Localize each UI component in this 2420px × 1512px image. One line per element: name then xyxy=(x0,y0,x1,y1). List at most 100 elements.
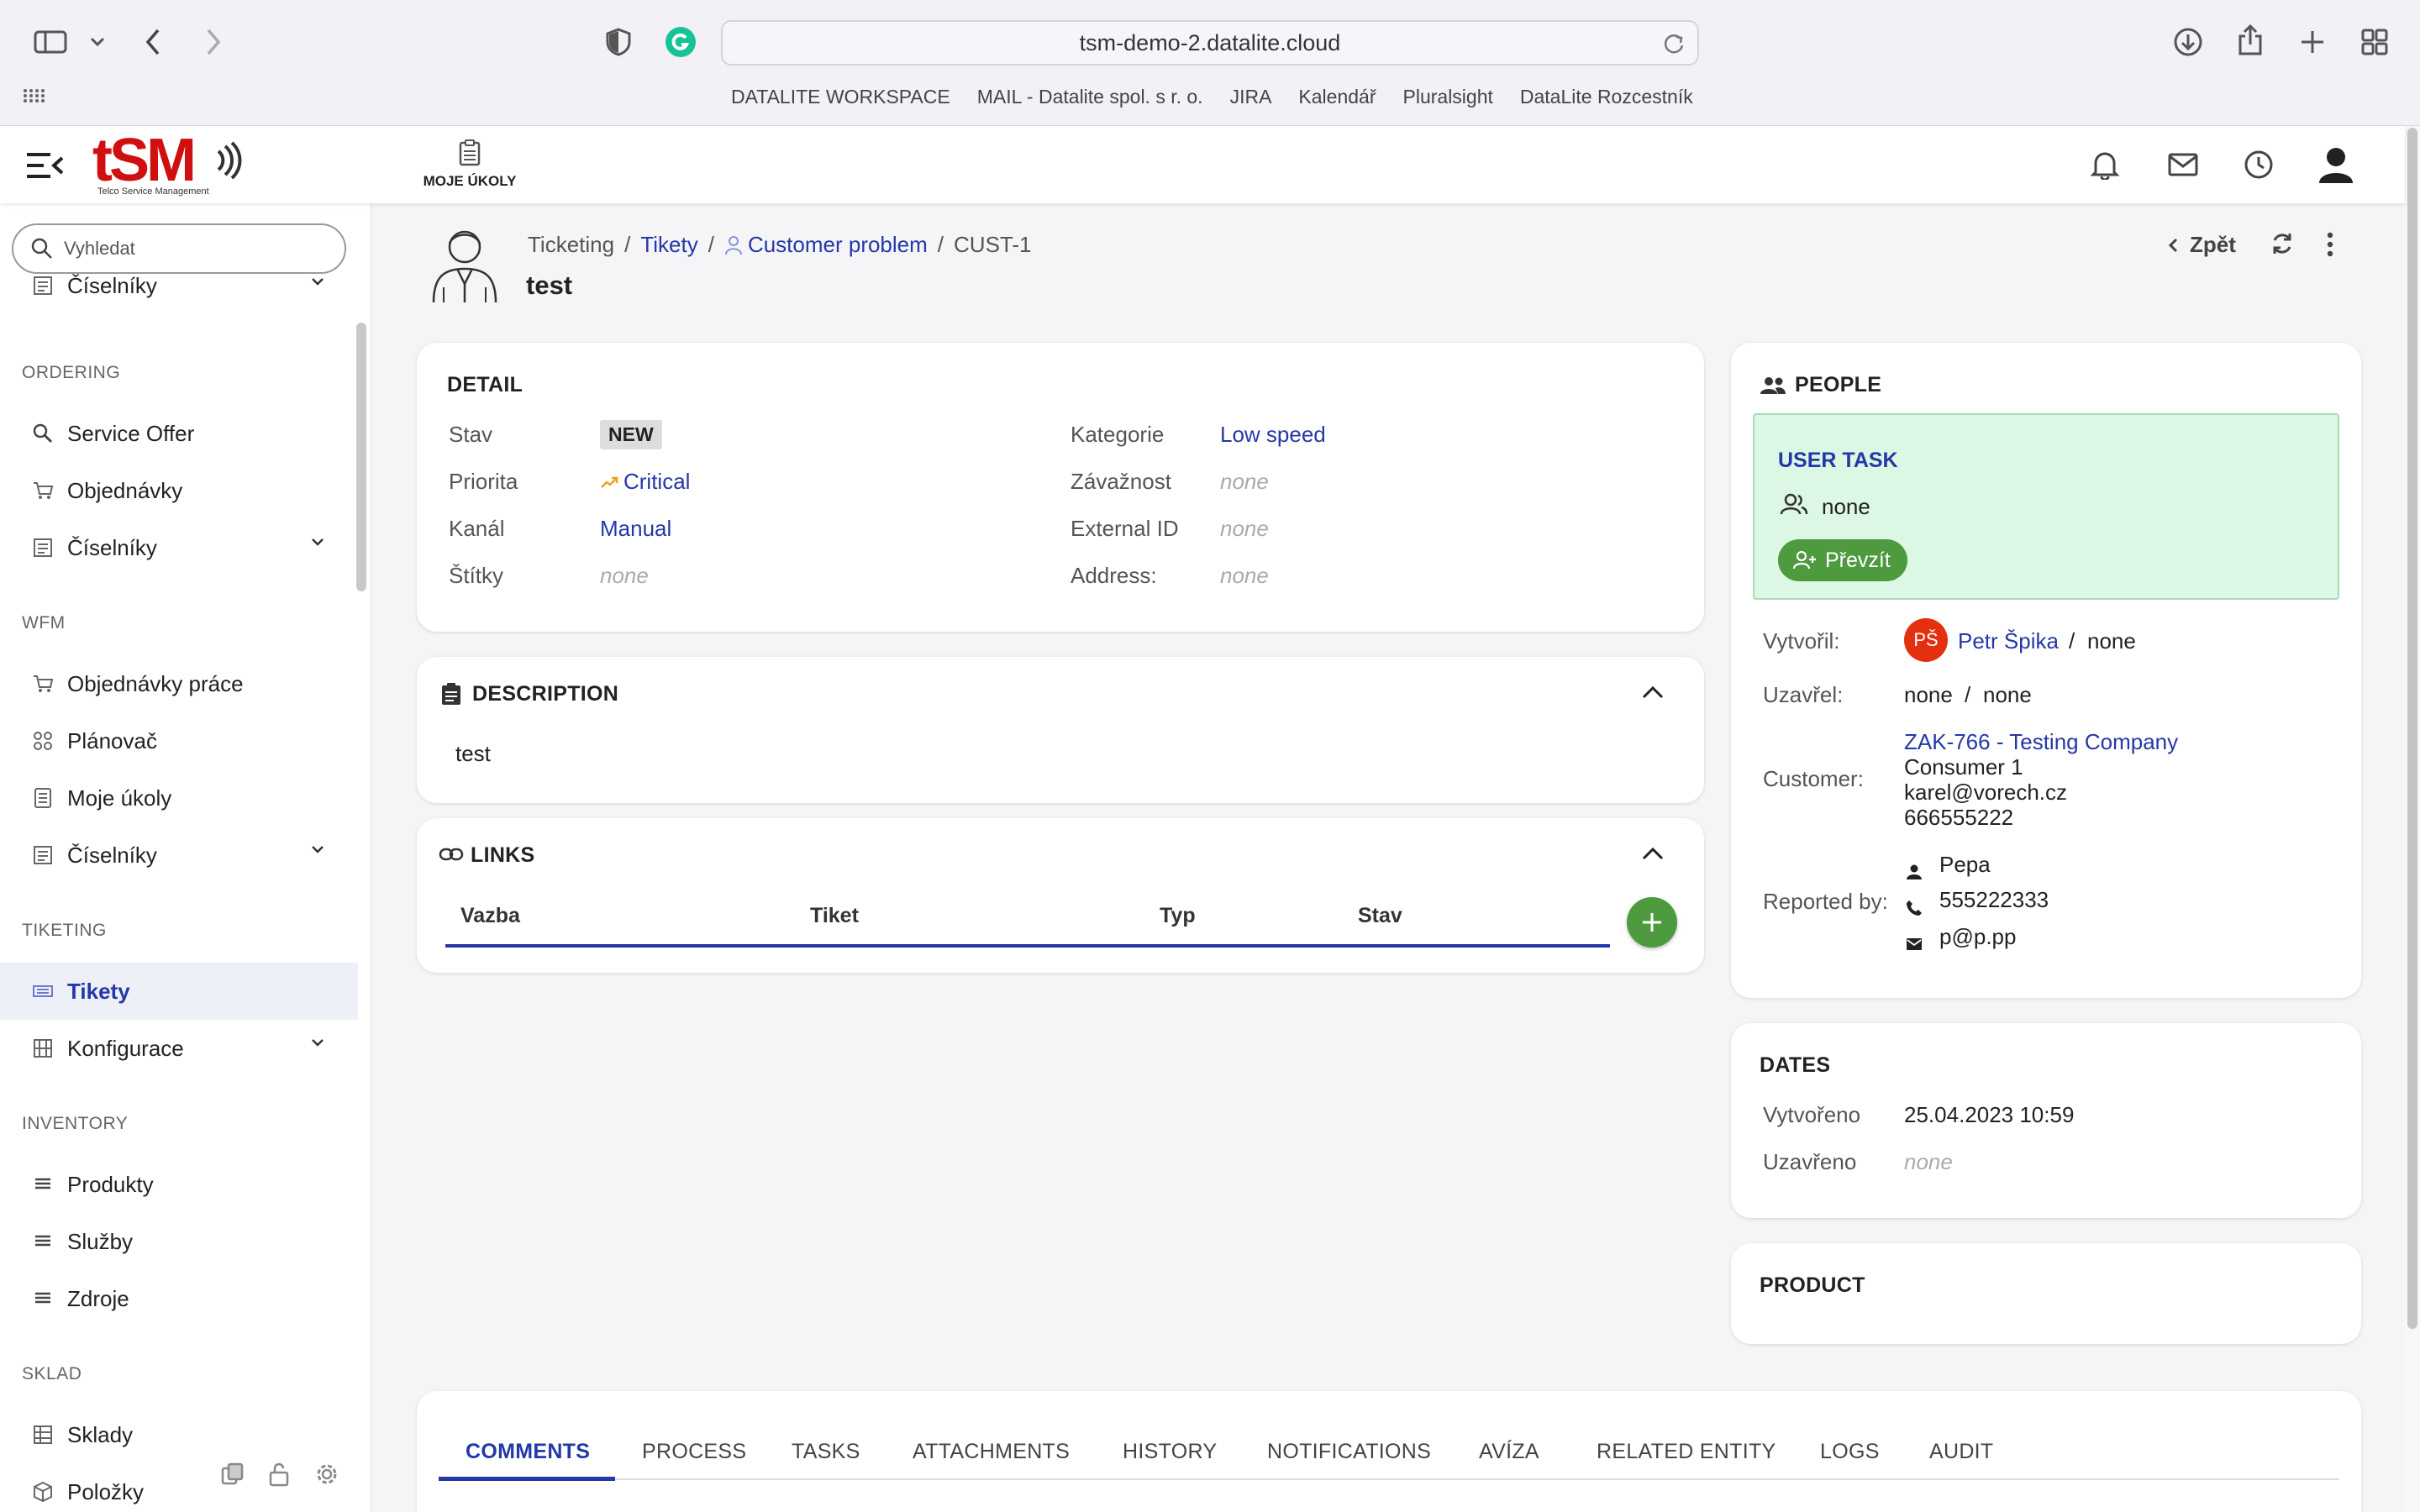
customer-line-2: karel@vorech.cz xyxy=(1904,780,2068,805)
detail-card: DETAIL Stav NEW Priorita Critical Kanál … xyxy=(417,343,1704,632)
grammarly-icon[interactable] xyxy=(664,25,697,59)
column-header-typ[interactable]: Typ xyxy=(1160,904,1196,928)
more-vert-icon[interactable] xyxy=(2326,232,2334,257)
bookmark-item[interactable]: JIRA xyxy=(1230,86,1272,108)
sidebar-item-ciselniky-ordering[interactable]: Číselníky xyxy=(0,519,358,576)
kategorie-value[interactable]: Low speed xyxy=(1220,422,1326,448)
stav-label: Stav xyxy=(449,422,493,447)
forward-arrow-icon[interactable] xyxy=(197,25,230,59)
stitky-value[interactable]: none xyxy=(600,563,649,589)
external-id-value[interactable]: none xyxy=(1220,516,1269,542)
breadcrumb-customer-problem[interactable]: Customer problem xyxy=(748,232,928,258)
column-header-vazba[interactable]: Vazba xyxy=(460,904,520,928)
bell-icon[interactable] xyxy=(2091,150,2119,180)
user-avatar-icon[interactable] xyxy=(2317,146,2354,183)
clock-icon[interactable] xyxy=(2244,150,2274,180)
bookmark-item[interactable]: DATALITE WORKSPACE xyxy=(731,86,950,108)
download-icon[interactable] xyxy=(2171,25,2205,59)
search-icon xyxy=(33,423,53,444)
bookmark-item[interactable]: Kalendář xyxy=(1298,86,1376,108)
sidebar-item-moje-ukoly[interactable]: Moje úkoly xyxy=(0,769,358,827)
add-link-button[interactable] xyxy=(1627,897,1677,948)
breadcrumb-separator: / xyxy=(624,232,631,257)
creator-name[interactable]: Petr Špika xyxy=(1958,628,2059,654)
copy-icon[interactable] xyxy=(220,1462,249,1490)
closer-name: none xyxy=(1904,682,1953,707)
bookmark-item[interactable]: Pluralsight xyxy=(1403,86,1493,108)
shield-icon[interactable] xyxy=(602,25,635,59)
sidebar-item-label: Zdroje xyxy=(67,1285,129,1311)
chevron-up-icon[interactable] xyxy=(1642,685,1664,699)
priority-value[interactable]: Critical xyxy=(600,469,690,495)
sidebar-section-wfm: WFM xyxy=(22,613,66,633)
tab-overview-icon[interactable] xyxy=(2358,25,2391,59)
chevron-up-icon[interactable] xyxy=(1642,847,1664,860)
take-task-button[interactable]: Převzít xyxy=(1778,539,1907,581)
warehouse-icon xyxy=(34,1425,52,1444)
sidebar-toggle-icon[interactable] xyxy=(34,25,67,59)
bookmark-item[interactable]: MAIL - Datalite spol. s r. o. xyxy=(977,86,1203,108)
mail-icon[interactable] xyxy=(2168,153,2198,176)
column-header-tiket[interactable]: Tiket xyxy=(810,904,859,928)
tsm-logo[interactable]: tSM Telco Service Management xyxy=(92,127,244,200)
external-id-label: External ID xyxy=(1071,516,1179,541)
tab-attachments[interactable]: ATTACHMENTS xyxy=(913,1440,1070,1464)
zavaznost-value[interactable]: none xyxy=(1220,469,1269,495)
take-task-label: Převzít xyxy=(1825,548,1891,572)
sidebar-item-objednavky-prace[interactable]: Objednávky práce xyxy=(0,655,358,712)
tab-comments[interactable]: COMMENTS xyxy=(466,1440,590,1464)
sidebar-item-sluzby[interactable]: Služby xyxy=(0,1213,358,1270)
tab-audit[interactable]: AUDIT xyxy=(1929,1440,1994,1464)
refresh-icon[interactable] xyxy=(2269,230,2296,257)
sidebar-item-konfigurace[interactable]: Konfigurace xyxy=(0,1020,358,1077)
vytvoril-label: Vytvořil: xyxy=(1763,628,1840,654)
tab-tasks[interactable]: TASKS xyxy=(792,1440,860,1464)
sidebar-item-polozky[interactable]: Položky xyxy=(0,1463,358,1512)
lock-icon[interactable] xyxy=(267,1462,296,1490)
tab-logs[interactable]: LOGS xyxy=(1820,1440,1880,1464)
sidebar-item-label: Číselníky xyxy=(67,272,157,298)
links-title: LINKS xyxy=(471,843,535,867)
user-task-box: USER TASK none Převzít xyxy=(1753,413,2339,600)
new-tab-icon[interactable] xyxy=(2296,25,2329,59)
address-value[interactable]: none xyxy=(1220,563,1269,589)
breadcrumb-ticketing[interactable]: Ticketing xyxy=(528,232,614,258)
sidebar-item-ciselniky-top[interactable]: Číselníky xyxy=(0,270,358,301)
moje-ukoly-button[interactable]: MOJE ÚKOLY xyxy=(420,139,519,193)
tab-history[interactable]: HISTORY xyxy=(1123,1440,1217,1464)
back-button[interactable]: Zpět xyxy=(2168,232,2236,258)
bookmark-item[interactable]: DataLite Rozcestník xyxy=(1520,86,1693,108)
breadcrumb-tikety[interactable]: Tikety xyxy=(640,232,697,258)
sidebar-item-tikety[interactable]: Tikety xyxy=(0,963,358,1020)
sidebar-item-zdroje[interactable]: Zdroje xyxy=(0,1270,358,1327)
address-bar[interactable]: tsm-demo-2.datalite.cloud xyxy=(721,20,1699,66)
sidebar-item-objednavky[interactable]: Objednávky xyxy=(0,462,358,519)
apps-grid-icon[interactable] xyxy=(22,84,45,108)
kanal-value[interactable]: Manual xyxy=(600,516,671,542)
sidebar-item-ciselniky-wfm[interactable]: Číselníky xyxy=(0,827,358,884)
sidebar-item-sklady[interactable]: Sklady xyxy=(0,1406,358,1463)
tab-process[interactable]: PROCESS xyxy=(642,1440,746,1464)
page-scrollbar-thumb[interactable] xyxy=(2407,128,2417,1329)
reload-icon[interactable] xyxy=(1662,32,1686,55)
sidebar-item-label: Plánovač xyxy=(67,727,157,753)
sidebar-item-produkty[interactable]: Produkty xyxy=(0,1156,358,1213)
customer-link[interactable]: ZAK-766 - Testing Company xyxy=(1904,729,2178,755)
tab-related-entity[interactable]: RELATED ENTITY xyxy=(1597,1440,1776,1464)
tab-notifications[interactable]: NOTIFICATIONS xyxy=(1267,1440,1431,1464)
sidebar-search-input[interactable]: Vyhledat xyxy=(12,223,346,274)
avatar: PŠ xyxy=(1904,618,1948,662)
sidebar-item-label: Moje úkoly xyxy=(67,785,172,811)
tab-aviza[interactable]: AVÍZA xyxy=(1479,1440,1539,1464)
menu-collapse-icon[interactable] xyxy=(25,151,64,180)
reporter-phone: 555222333 xyxy=(1939,887,2049,912)
sidebar-item-label: Konfigurace xyxy=(67,1035,184,1061)
sidebar-item-label: Položky xyxy=(67,1478,145,1504)
chevron-down-icon[interactable] xyxy=(81,25,114,59)
sidebar-item-service-offer[interactable]: Service Offer xyxy=(0,405,358,462)
column-header-stav[interactable]: Stav xyxy=(1358,904,1402,928)
share-icon[interactable] xyxy=(2233,24,2267,57)
gear-icon[interactable] xyxy=(314,1462,343,1490)
back-arrow-icon[interactable] xyxy=(136,25,170,59)
sidebar-item-planovac[interactable]: Plánovač xyxy=(0,712,358,769)
